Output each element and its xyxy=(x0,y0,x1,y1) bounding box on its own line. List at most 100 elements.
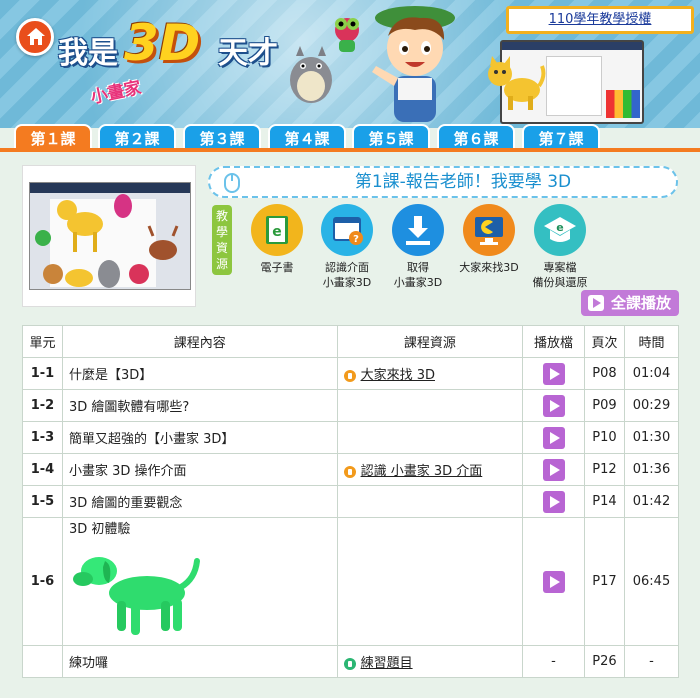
unit-cell: 1-1 xyxy=(22,357,63,390)
home-button[interactable] xyxy=(16,18,54,56)
play-button[interactable] xyxy=(542,458,565,481)
ebook-icon: e xyxy=(251,204,303,256)
table-row: 1-3 簡單又超強的【小畫家 3D】 P10 01:30 xyxy=(22,421,680,454)
resource-cell: 練習題目 xyxy=(336,645,524,678)
table-header-row: 單元 課程內容 課程資源 播放檔 頁次 時間 xyxy=(22,325,680,358)
page-cell: P17 xyxy=(583,517,625,646)
lesson-thumbnail xyxy=(22,165,196,307)
unit-cell: 1-4 xyxy=(22,453,63,486)
screen-palette xyxy=(606,90,640,118)
unit-cell xyxy=(22,645,63,678)
resource-interface-label: 認識介面 小畫家3D xyxy=(314,260,380,290)
resource-cell xyxy=(336,517,524,646)
page-cell: P09 xyxy=(583,389,625,422)
resource-interface-line2: 小畫家3D xyxy=(322,276,372,289)
tab-underline xyxy=(0,148,700,152)
table-row: 練功囉 練習題目 - P26 - xyxy=(22,645,680,678)
cat-figure-illustration xyxy=(488,56,546,110)
content-cell: 3D 繪圖的重要觀念 xyxy=(61,485,338,518)
play-button[interactable] xyxy=(542,426,565,449)
play-cell: - xyxy=(522,645,585,678)
content-cell: 什麼是【3D】 xyxy=(61,357,338,390)
content-cell: 簡單又超強的【小畫家 3D】 xyxy=(61,421,338,454)
resource-project-file-label: 專案檔 備份與還原 xyxy=(527,260,593,290)
tab-lesson-3[interactable]: 第３課 xyxy=(183,124,261,150)
interface-icon: ? xyxy=(321,204,373,256)
content-cell: 3D 初體驗 xyxy=(61,517,338,646)
time-cell: 01:36 xyxy=(623,453,680,486)
logo-text-3d: 3D xyxy=(124,14,201,72)
tab-lesson-4[interactable]: 第４課 xyxy=(268,124,346,150)
resource-link[interactable]: 大家來找 3D xyxy=(361,368,435,383)
resource-find-3d[interactable]: 大家來找3D xyxy=(456,204,522,275)
dog-model-image xyxy=(68,543,205,645)
page-cell: P10 xyxy=(583,421,625,454)
unit-cell: 1-3 xyxy=(22,421,63,454)
home-icon xyxy=(27,28,45,45)
resource-link[interactable]: 練習題目 xyxy=(361,656,413,671)
resource-ebook-label: 電子書 xyxy=(260,261,294,274)
frog-figure-illustration xyxy=(335,18,359,52)
resource-icon xyxy=(343,657,356,670)
resource-icon xyxy=(343,369,356,382)
header-resource: 課程資源 xyxy=(336,325,524,358)
page-cell: P26 xyxy=(583,645,625,678)
time-cell: 01:42 xyxy=(623,485,680,518)
page-cell: P14 xyxy=(583,485,625,518)
content-cell: 3D 繪圖軟體有哪些? xyxy=(61,389,338,422)
play-cell xyxy=(522,421,585,454)
content-cell: 練功囉 xyxy=(61,645,338,678)
header-play: 播放檔 xyxy=(522,325,585,358)
play-all-button[interactable]: 全課播放 xyxy=(581,290,679,316)
unit-cell: 1-6 xyxy=(22,517,63,646)
play-button[interactable] xyxy=(542,394,565,417)
lesson-title-bar: 第1課-報告老師！我要學 3D xyxy=(208,166,678,198)
resource-cell xyxy=(336,389,524,422)
play-cell xyxy=(522,357,585,390)
table-row: 1-4 小畫家 3D 操作介面 認識 小畫家 3D 介面 P12 01:36 xyxy=(22,453,680,486)
pacman-screen-icon xyxy=(463,204,515,256)
content-title: 3D 初體驗 xyxy=(68,522,131,537)
play-button[interactable] xyxy=(542,570,565,593)
header-banner: 我是 3D 天才 小畫家 110學年教學授權 xyxy=(0,0,700,128)
resource-interface[interactable]: ? 認識介面 小畫家3D xyxy=(314,204,380,290)
resource-link[interactable]: 認識 小畫家 3D 介面 xyxy=(361,464,483,479)
tab-lesson-7[interactable]: 第７課 xyxy=(522,124,600,150)
play-button[interactable] xyxy=(542,362,565,385)
svg-text:e: e xyxy=(556,221,563,234)
time-cell: 06:45 xyxy=(623,517,680,646)
page-cell: P08 xyxy=(583,357,625,390)
table-row: 1-1 什麼是【3D】 大家來找 3D P08 01:04 xyxy=(22,357,680,390)
time-cell: 01:04 xyxy=(623,357,680,390)
tab-lesson-1[interactable]: 第１課 xyxy=(14,124,92,150)
resource-download-label: 取得 小畫家3D xyxy=(385,260,451,290)
green-3d-dog-illustration xyxy=(72,557,200,635)
resource-download[interactable]: 取得 小畫家3D xyxy=(385,204,451,290)
header-page: 頁次 xyxy=(583,325,625,358)
table-row: 1-5 3D 繪圖的重要觀念 P14 01:42 xyxy=(22,485,680,518)
play-all-icon xyxy=(588,295,604,311)
resource-cell xyxy=(336,421,524,454)
resource-download-line1: 取得 xyxy=(407,261,429,274)
resource-project-line2: 備份與還原 xyxy=(532,276,588,289)
mouse-icon xyxy=(224,173,240,193)
cartoon-boy-illustration xyxy=(372,6,455,122)
time-cell: - xyxy=(623,645,680,678)
resource-download-line2: 小畫家3D xyxy=(393,276,443,289)
logo-text-2: 天才 xyxy=(218,36,278,71)
header-unit: 單元 xyxy=(22,325,63,358)
license-link[interactable]: 110學年教學授權 xyxy=(549,12,652,27)
content-cell: 小畫家 3D 操作介面 xyxy=(61,453,338,486)
tab-lesson-5[interactable]: 第５課 xyxy=(352,124,430,150)
resource-find-3d-label: 大家來找3D xyxy=(459,261,519,274)
lesson-tabs: 第１課 第２課 第３課 第４課 第５課 第６課 第７課 xyxy=(0,124,700,150)
play-button[interactable] xyxy=(542,490,565,513)
resource-project-file[interactable]: e 專案檔 備份與還原 xyxy=(527,204,593,290)
svg-text:?: ? xyxy=(353,234,359,245)
tab-lesson-6[interactable]: 第６課 xyxy=(437,124,515,150)
tab-lesson-2[interactable]: 第２課 xyxy=(98,124,176,150)
resource-ebook[interactable]: e 電子書 xyxy=(244,204,310,275)
time-cell: 00:29 xyxy=(623,389,680,422)
totoro-figure-illustration xyxy=(290,46,332,103)
license-box: 110學年教學授權 xyxy=(506,6,694,34)
